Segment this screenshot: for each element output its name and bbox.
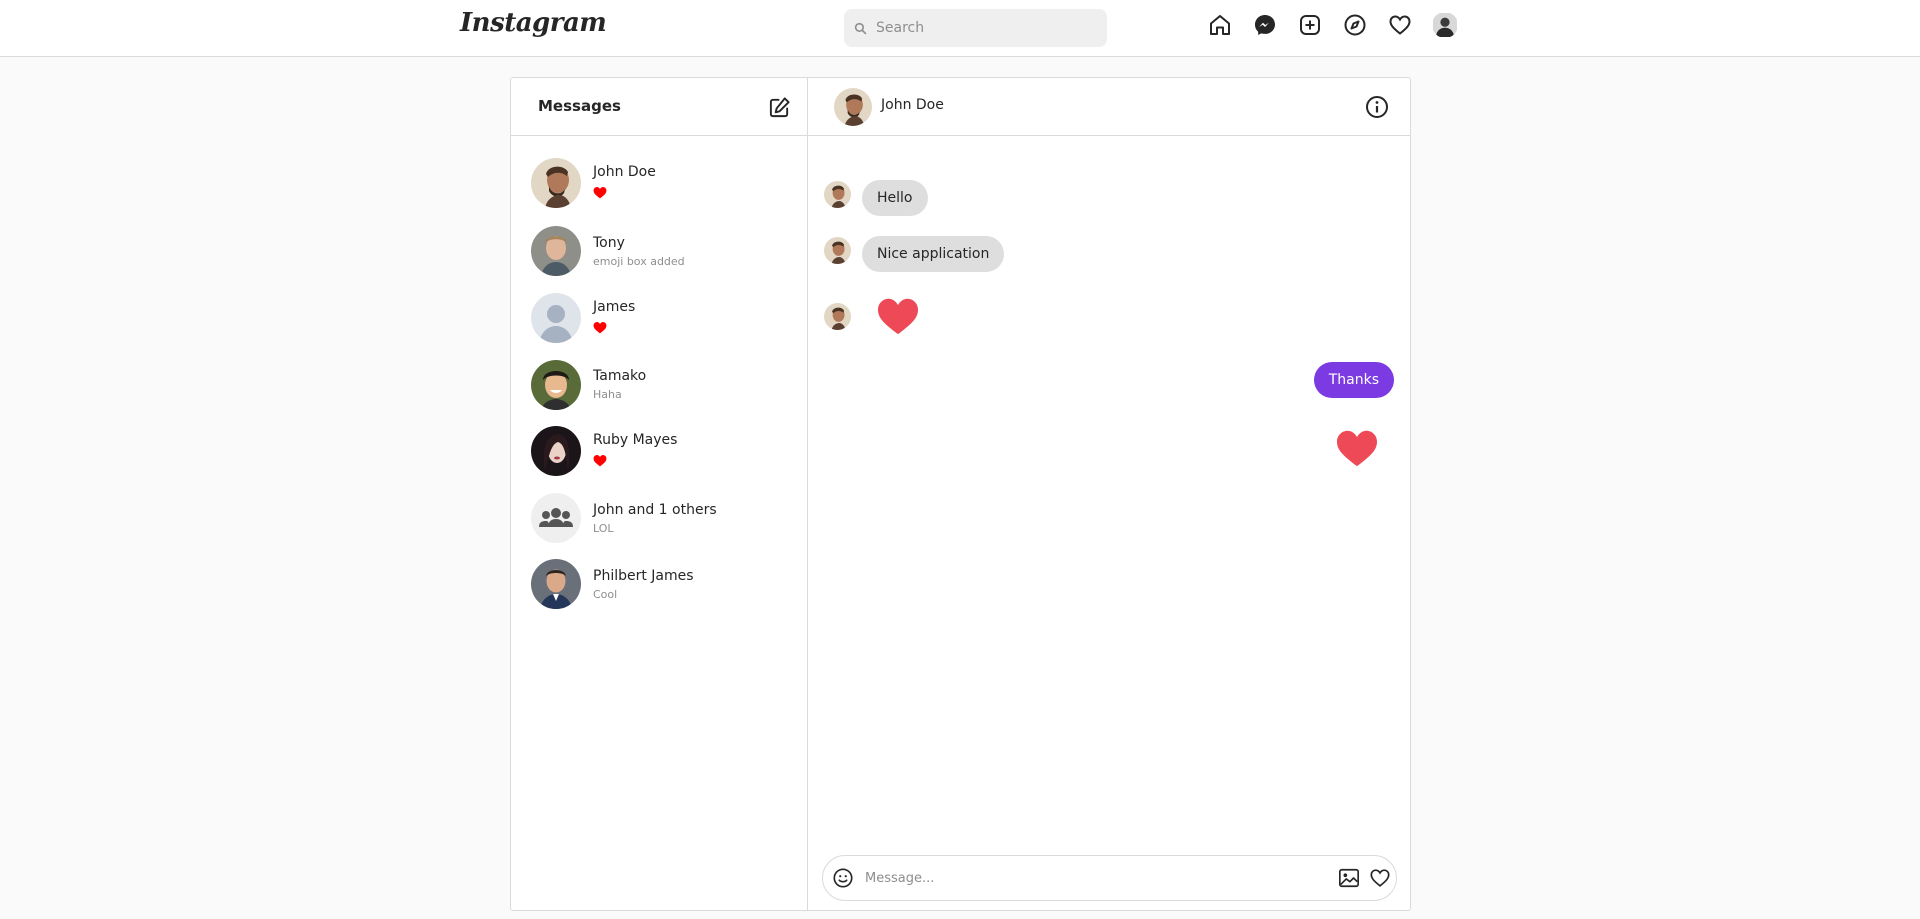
top-navigation: Instagram [0, 0, 1920, 57]
messenger-icon[interactable] [1252, 13, 1277, 38]
compose-icon[interactable] [768, 96, 791, 119]
conversation-preview: emoji box added [593, 254, 685, 268]
chat-recipient-name[interactable]: John Doe [881, 97, 944, 113]
message-row: Hello [824, 172, 928, 216]
messages-title: Messages [538, 97, 621, 115]
avatar [531, 293, 581, 343]
conversation-name: Tamako [593, 368, 647, 384]
heart-icon [593, 186, 607, 198]
group-avatar [531, 493, 581, 543]
incoming-message-bubble: Hello [862, 180, 928, 216]
message-composer [822, 855, 1397, 901]
sender-avatar [824, 180, 851, 208]
conversation-item[interactable]: Tamako Haha [511, 352, 807, 417]
group-icon [531, 493, 581, 543]
conversation-item[interactable]: Ruby Mayes [511, 417, 807, 485]
heart-icon [593, 454, 607, 466]
chat-panel: John Doe Hello Nice application Thanks [808, 78, 1410, 910]
heart-reaction-icon [878, 298, 918, 335]
message-row [824, 296, 920, 336]
like-heart-icon[interactable] [1368, 866, 1392, 890]
heart-reaction-icon [1337, 430, 1377, 467]
message-row [1335, 428, 1379, 468]
conversation-preview: LOL [593, 521, 614, 535]
sender-avatar [824, 236, 851, 264]
message-row: Nice application [824, 228, 1005, 272]
profile-avatar[interactable] [1432, 12, 1458, 38]
conversation-list: John Doe Tony emoji box added James Tama… [511, 148, 807, 617]
conversation-name: Ruby Mayes [593, 431, 678, 448]
message-row: Thanks [1313, 362, 1394, 398]
avatar [531, 158, 581, 208]
image-upload-icon[interactable] [1337, 866, 1361, 890]
conversation-item[interactable]: James [511, 284, 807, 352]
heart-icon [593, 321, 607, 333]
conversation-name: John Doe [593, 163, 656, 180]
direct-messages-panel: Messages John Doe Tony emoji box added J… [510, 77, 1411, 911]
avatar [531, 426, 581, 476]
sidebar-header: Messages [511, 78, 807, 136]
incoming-message-bubble: Nice application [862, 236, 1005, 272]
avatar [531, 559, 581, 609]
search-icon [854, 22, 867, 34]
new-post-icon[interactable] [1297, 13, 1322, 38]
avatar [531, 226, 581, 276]
conversation-preview: Cool [593, 587, 618, 601]
conversation-name: John and 1 others [593, 501, 717, 518]
instagram-logo[interactable]: Instagram [460, 8, 607, 38]
conversation-item[interactable]: John and 1 others LOL [511, 485, 807, 551]
search-input[interactable] [876, 20, 1086, 36]
info-icon[interactable] [1365, 95, 1389, 119]
heart-icon[interactable] [1387, 13, 1412, 38]
home-icon[interactable] [1207, 13, 1232, 38]
chat-avatar[interactable] [834, 88, 872, 126]
sender-avatar [824, 302, 851, 330]
conversation-preview: Haha [593, 388, 622, 401]
emoji-icon[interactable] [831, 866, 855, 890]
conversation-item[interactable]: Philbert James Cool [511, 551, 807, 617]
outgoing-message-bubble: Thanks [1313, 362, 1394, 398]
message-input[interactable] [865, 870, 1325, 886]
conversation-name: Tony [593, 234, 625, 251]
conversation-name: James [593, 298, 636, 315]
conversation-sidebar: Messages John Doe Tony emoji box added J… [511, 78, 808, 910]
conversation-name: Philbert James [593, 567, 694, 584]
chat-header: John Doe [808, 78, 1410, 136]
conversation-item[interactable]: John Doe [511, 148, 807, 218]
avatar [531, 359, 581, 410]
conversation-item[interactable]: Tony emoji box added [511, 218, 807, 284]
search-box[interactable] [844, 9, 1107, 47]
explore-icon[interactable] [1342, 13, 1367, 38]
